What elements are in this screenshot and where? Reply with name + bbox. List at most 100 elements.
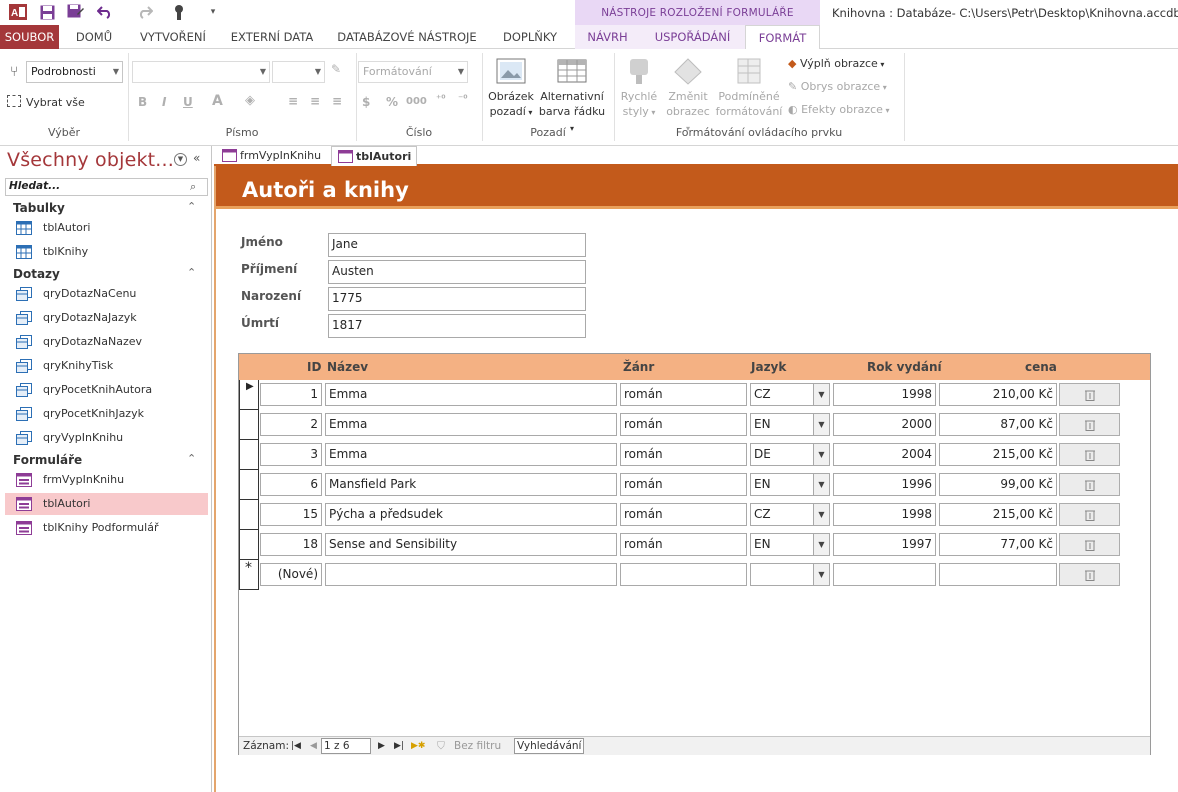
nav-menu-icon[interactable]: ▼ — [174, 153, 187, 166]
cell-cena[interactable]: 87,00 Kč — [939, 413, 1057, 436]
shape-fill-button[interactable]: ◆ Výplň obrazce ▾ — [788, 57, 884, 70]
background-image-button[interactable]: Obrázek pozadí ▾ — [486, 57, 536, 120]
thousands-icon[interactable]: 000 — [406, 96, 427, 107]
next-record-icon[interactable]: ▶ — [378, 741, 385, 751]
nav-category-tabulky[interactable]: Tabulky ⌃ — [13, 200, 196, 215]
cell-id-new[interactable]: (Nové) — [260, 563, 322, 586]
cell-rok[interactable]: 1998 — [833, 503, 936, 526]
tab-addins[interactable]: DOPLŇKY — [497, 25, 563, 49]
cell-cena[interactable] — [939, 563, 1057, 586]
nav-item-qrydotaznacenu[interactable]: qryDotazNaCenu — [5, 283, 208, 305]
delete-button[interactable] — [1059, 503, 1120, 526]
cell-jazyk[interactable]: CZ ▼ — [750, 383, 830, 406]
cell-cena[interactable]: 215,00 Kč — [939, 443, 1057, 466]
field-prijmeni[interactable]: Austen — [328, 260, 586, 284]
record-search-input[interactable]: Vyhledávání — [514, 738, 585, 754]
cell-jazyk[interactable]: ▼ — [750, 563, 830, 586]
cell-jazyk[interactable]: EN ▼ — [750, 533, 830, 556]
field-umrti[interactable]: 1817 — [328, 314, 586, 338]
chevron-down-icon[interactable]: ▼ — [813, 414, 829, 435]
bold-icon[interactable]: B — [138, 95, 147, 109]
record-selector[interactable] — [239, 530, 259, 560]
cell-zanr[interactable]: román — [620, 533, 747, 556]
delete-button[interactable] — [1059, 443, 1120, 466]
save-as-icon[interactable] — [66, 3, 84, 21]
format-painter-icon[interactable]: ✎ — [331, 62, 341, 76]
object-selector-combo[interactable]: Podrobnosti ▼ — [26, 61, 123, 83]
cell-zanr[interactable]: román — [620, 443, 747, 466]
cell-zanr[interactable]: román — [620, 383, 747, 406]
cell-zanr[interactable]: román — [620, 413, 747, 436]
delete-button[interactable] — [1059, 533, 1120, 556]
nav-item-qrypocetknihjazyk[interactable]: qryPocetKnihJazyk — [5, 403, 208, 425]
percent-icon[interactable]: % — [386, 95, 398, 109]
touch-mode-icon[interactable] — [170, 3, 188, 21]
align-right-icon[interactable]: ≡ — [332, 94, 342, 108]
undo-icon[interactable] — [96, 3, 114, 21]
alternate-row-color-button[interactable]: Alternativní barva řádku ▾ — [538, 57, 606, 136]
fill-color-icon[interactable]: ◈ — [245, 93, 255, 108]
number-format-combo[interactable]: Formátování ▼ — [358, 61, 468, 83]
align-center-icon[interactable]: ≡ — [310, 94, 320, 108]
access-logo-icon[interactable]: A — [9, 3, 27, 21]
nav-category-dotazy[interactable]: Dotazy ⌃ — [13, 266, 196, 281]
record-selector[interactable]: * — [239, 560, 259, 590]
cell-id[interactable]: 18 — [260, 533, 322, 556]
record-selector[interactable] — [239, 410, 259, 440]
tab-format[interactable]: FORMÁT — [745, 25, 820, 50]
chevron-down-icon[interactable]: ▼ — [813, 384, 829, 405]
shape-effects-button[interactable]: ◐ Efekty obrazce ▾ — [788, 103, 890, 116]
filter-button[interactable]: Bez filtru — [454, 740, 501, 752]
record-selector[interactable] — [239, 470, 259, 500]
last-record-icon[interactable]: ▶| — [394, 741, 404, 751]
quick-styles-button[interactable]: Rychlé styly ▾ — [616, 57, 662, 120]
nav-search-input[interactable]: Hledat... — [5, 178, 208, 196]
cell-nazev[interactable]: Emma — [325, 443, 617, 466]
cell-nazev[interactable]: Emma — [325, 413, 617, 436]
chevron-down-icon[interactable]: ▼ — [813, 444, 829, 465]
tab-home[interactable]: DOMŮ — [68, 25, 120, 49]
first-record-icon[interactable]: |◀ — [291, 741, 301, 751]
nav-item-qrydotaznanazev[interactable]: qryDotazNaNazev — [5, 331, 208, 353]
nav-item-tblautori-form[interactable]: tblAutori — [5, 493, 208, 515]
tab-file[interactable]: SOUBOR — [0, 25, 59, 49]
nav-item-frmvypinknihu[interactable]: frmVypInKnihu — [5, 469, 208, 491]
nav-item-qrydotaznajazyk[interactable]: qryDotazNaJazyk — [5, 307, 208, 329]
cell-rok[interactable]: 2004 — [833, 443, 936, 466]
chevron-down-icon[interactable]: ▼ — [813, 564, 829, 585]
cell-nazev[interactable] — [325, 563, 617, 586]
cell-zanr[interactable]: román — [620, 473, 747, 496]
cell-rok[interactable]: 1998 — [833, 383, 936, 406]
cell-zanr[interactable] — [620, 563, 747, 586]
tab-database-tools[interactable]: DATABÁZOVÉ NÁSTROJE — [333, 25, 481, 49]
cell-cena[interactable]: 77,00 Kč — [939, 533, 1057, 556]
font-color-icon[interactable]: A — [212, 93, 223, 109]
cell-rok[interactable] — [833, 563, 936, 586]
cell-rok[interactable]: 2000 — [833, 413, 936, 436]
cell-nazev[interactable]: Mansfield Park — [325, 473, 617, 496]
doc-tab-frmvypinknihu[interactable]: frmVypInKnihu — [216, 146, 328, 166]
nav-item-tblautori[interactable]: tblAutori — [5, 217, 208, 239]
record-selector[interactable] — [239, 440, 259, 470]
chevron-down-icon[interactable]: ▼ — [813, 474, 829, 495]
italic-icon[interactable]: I — [162, 95, 166, 109]
tab-design[interactable]: NÁVRH — [575, 25, 640, 49]
save-icon[interactable] — [38, 3, 56, 21]
tab-create[interactable]: VYTVOŘENÍ — [133, 25, 213, 49]
cell-id[interactable]: 6 — [260, 473, 322, 496]
shape-outline-button[interactable]: ✎ Obrys obrazce ▾ — [788, 80, 887, 93]
tab-external-data[interactable]: EXTERNÍ DATA — [226, 25, 318, 49]
delete-button[interactable] — [1059, 413, 1120, 436]
nav-item-tblknihy[interactable]: tblKnihy — [5, 241, 208, 263]
redo-icon[interactable] — [136, 3, 154, 21]
nav-item-qryvypinknihu[interactable]: qryVypInKnihu — [5, 427, 208, 449]
cell-nazev[interactable]: Pýcha a předsudek — [325, 503, 617, 526]
cell-nazev[interactable]: Sense and Sensibility — [325, 533, 617, 556]
cell-cena[interactable]: 99,00 Kč — [939, 473, 1057, 496]
decrease-decimal-icon[interactable]: ⁻⁰ — [458, 94, 468, 105]
underline-icon[interactable]: U — [183, 95, 193, 109]
cell-id[interactable]: 15 — [260, 503, 322, 526]
align-left-icon[interactable]: ≡ — [288, 94, 298, 108]
prev-record-icon[interactable]: ◀ — [310, 741, 317, 751]
select-all-button[interactable]: Vybrat vše — [26, 96, 85, 109]
